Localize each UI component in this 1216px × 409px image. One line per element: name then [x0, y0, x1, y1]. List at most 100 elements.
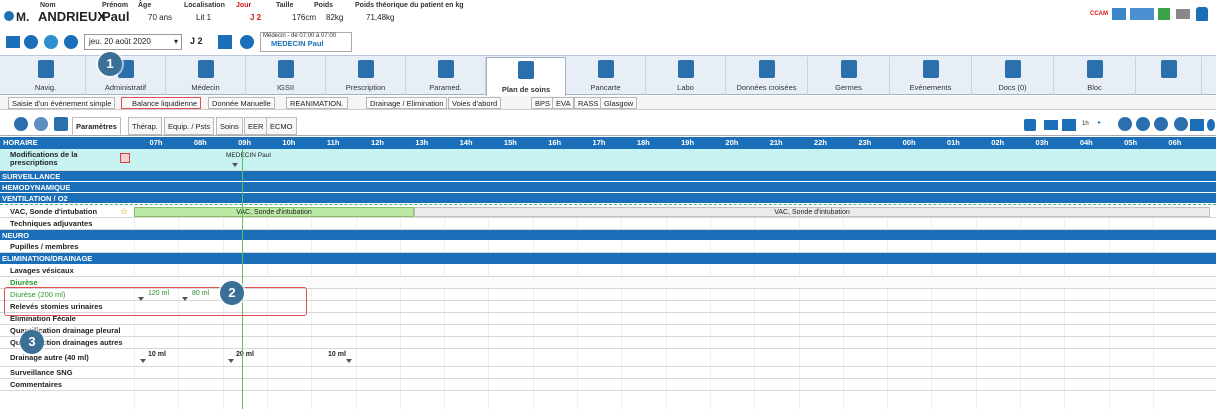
toolbar-item-plan-de-soins[interactable]: Plan de soins [486, 57, 566, 97]
tab-therap[interactable]: Thérap. [128, 117, 162, 135]
localisation-label: Localisation [184, 2, 225, 9]
comment-icon[interactable] [34, 117, 48, 131]
section-surveillance[interactable]: SURVEILLANCE [0, 171, 1216, 182]
patient-taille: 176cm [292, 13, 317, 22]
medecin-selector[interactable]: Médecin - de 07:00 à 07:00 MEDECIN Paul [260, 32, 352, 52]
zoom-in-icon[interactable] [1118, 117, 1132, 131]
toolbar-item-label: Médecin [191, 83, 220, 92]
marker-icon[interactable] [346, 359, 352, 363]
section-elimination[interactable]: ELIMINATION/DRAINAGE [0, 253, 1216, 265]
donnee-manuelle-button[interactable]: Donnée Manuelle [208, 97, 275, 109]
hour-label: 16h [548, 138, 562, 147]
team-icon[interactable] [1112, 8, 1126, 20]
vac-bar-continued[interactable]: VAC, Sonde d'intubation [414, 207, 1210, 217]
zoom-scale: 1h [1082, 121, 1089, 127]
dropdown-icon[interactable] [1024, 119, 1036, 131]
check-icon[interactable] [1158, 8, 1170, 20]
hour-label: 06h [1168, 138, 1182, 147]
drainage-value-3[interactable]: 10 ml [328, 351, 346, 358]
toolbar-item-label: Paramed. [429, 83, 462, 92]
bps-button[interactable]: BPS [531, 97, 555, 109]
mail-icon[interactable] [1176, 9, 1190, 19]
vac-label: VAC, Sonde d'intubation [10, 207, 98, 216]
prescription-icon[interactable] [120, 153, 130, 163]
germ-icon [840, 60, 857, 78]
hour-label: 15h [503, 138, 517, 147]
filter-icon[interactable] [1044, 120, 1058, 130]
next-icon[interactable] [64, 35, 78, 49]
toolbar-item-tools[interactable] [1136, 57, 1202, 95]
toolbar-item-labo[interactable]: Labo [646, 57, 726, 95]
toolbar-item-bloc[interactable]: Bloc [1054, 57, 1136, 95]
marker-icon[interactable] [232, 163, 238, 167]
file-icon[interactable] [54, 117, 68, 131]
hour-label: 07h [149, 138, 163, 147]
add-icon[interactable] [14, 117, 28, 131]
section-label: NEURO [2, 231, 30, 240]
date-picker[interactable]: jeu. 20 août 2020 ▾ [84, 34, 182, 50]
help-icon[interactable] [1174, 117, 1188, 131]
print-icon[interactable] [1190, 119, 1204, 131]
drainage-button[interactable]: Drainage / Elimination [366, 97, 448, 109]
toolbar-item-navig[interactable]: Navig. [6, 57, 86, 95]
columns-icon[interactable] [1062, 119, 1076, 131]
voies-abord-button[interactable]: Voies d'abord [448, 97, 502, 109]
tab-soins[interactable]: Soins [216, 117, 243, 135]
marker-icon[interactable] [228, 359, 234, 363]
zoom-out-icon[interactable] [1154, 117, 1168, 131]
section-ventilation[interactable]: VENTILATION / O2 [0, 193, 1216, 204]
balance-liquidienne-button[interactable]: Balance liquidienne [121, 97, 202, 109]
tab-eer[interactable]: EER [244, 117, 268, 135]
section-neuro[interactable]: NEURO [0, 230, 1216, 241]
tab-parametres[interactable]: Paramètres [72, 117, 121, 135]
wrench-icon [1160, 60, 1177, 78]
lock-icon[interactable] [1196, 7, 1208, 21]
commentaires-label: Commentaires [10, 380, 63, 389]
diurese-highlight [4, 287, 307, 316]
hour-label: 02h [991, 138, 1005, 147]
toolbar-item-igsii[interactable]: IGSII [246, 57, 326, 95]
arrow-icon[interactable] [240, 35, 254, 49]
toolbar-item-germes[interactable]: Germes [808, 57, 890, 95]
toolbar-item-prescription[interactable]: Prescription [326, 57, 406, 95]
settings-icon[interactable] [1207, 119, 1215, 131]
eva-button[interactable]: EVA [552, 97, 575, 109]
tabs-row: Paramètres Thérap. Equip. / Psts Soins E… [0, 113, 1216, 136]
saisie-button[interactable]: Saisie d'un événement simple [8, 97, 116, 109]
toolbar-item-label: Bloc [1087, 83, 1102, 92]
refresh-icon[interactable] [44, 35, 58, 49]
tab-ecmo[interactable]: ECMO [266, 117, 297, 135]
vital-icon[interactable] [1130, 8, 1154, 20]
toolbar-item-pancarte[interactable]: Pancarte [566, 57, 646, 95]
zoom-reset-icon[interactable] [1136, 117, 1150, 131]
toolbar-item-docs-0[interactable]: Docs (0) [972, 57, 1054, 95]
toolbar-item-paramed[interactable]: Paramed. [406, 57, 486, 95]
section-hemodynamique[interactable]: HEMODYNAMIQUE [0, 182, 1216, 193]
glasgow-button[interactable]: Glasgow [600, 97, 638, 109]
vac-bar-label: VAC, Sonde d'intubation [774, 209, 850, 216]
reanimation-button[interactable]: REANIMATION. [286, 97, 348, 109]
drainage-value-1[interactable]: 10 ml [148, 351, 166, 358]
marker-icon[interactable] [140, 359, 146, 363]
toolbar-item-label: Germes [835, 83, 862, 92]
toolbar-item-ev-nements[interactable]: Evénements [890, 57, 972, 95]
hour-label: 11h [326, 138, 340, 147]
drainage-value-2[interactable]: 20 ml [236, 351, 254, 358]
rass-button[interactable]: RASS [574, 97, 603, 109]
chart-icon [758, 60, 775, 78]
patient-jour: J 2 [250, 13, 262, 22]
tab-equip[interactable]: Equip. / Psts [164, 117, 215, 135]
calendar-icon[interactable] [218, 35, 232, 49]
ccam-icon[interactable]: CCAM [1090, 11, 1108, 17]
patient-header: Nom M. ANDRIEUX Prénom Paul Âge 70 ans L… [0, 0, 1216, 28]
vac-bar[interactable]: VAC, Sonde d'intubation [134, 207, 414, 217]
star-icon[interactable]: ☆ [120, 206, 128, 217]
lavages-row: Lavages vésicaux [0, 265, 1216, 277]
toolbar-item-m-decin[interactable]: Médecin [166, 57, 246, 95]
hour-label: 13h [415, 138, 429, 147]
home-icon[interactable] [6, 36, 20, 48]
prev-icon[interactable] [24, 35, 38, 49]
toolbar-item-donn-es-crois-es[interactable]: Données croisées [726, 57, 808, 95]
small-arrow-icon[interactable]: ▸ [1098, 119, 1101, 126]
section-label: VENTILATION / O2 [2, 194, 68, 203]
